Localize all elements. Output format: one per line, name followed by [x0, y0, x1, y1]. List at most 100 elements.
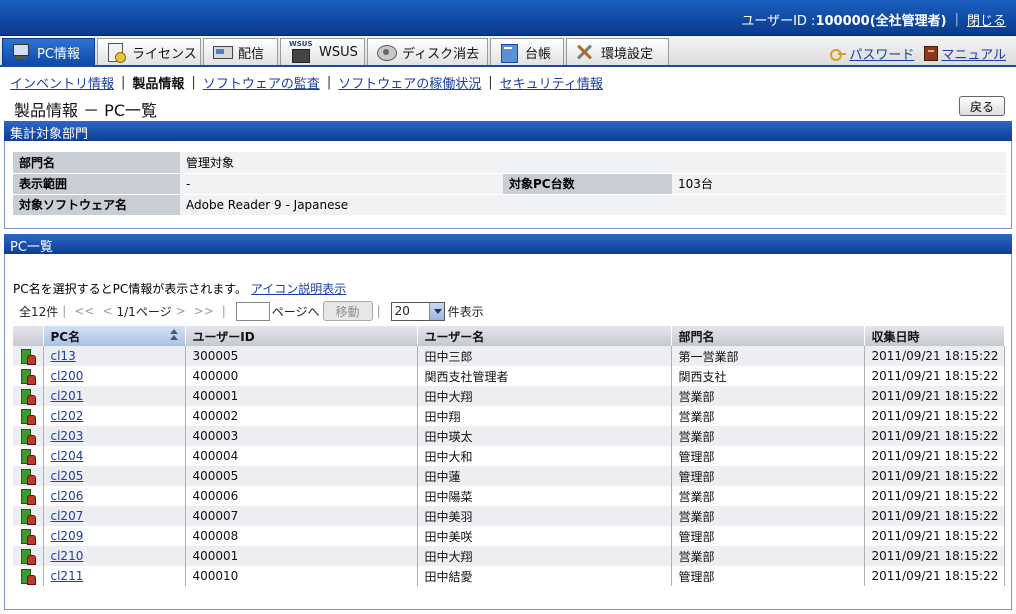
pager-separator: |	[62, 304, 67, 318]
summary-section-header: 集計対象部門	[4, 121, 1012, 142]
page-number-input[interactable]	[235, 301, 270, 321]
user-name-cell: 田中瑛太	[417, 426, 672, 446]
pc-list-section-header: PC一覧	[4, 234, 1012, 255]
per-page-select[interactable]: 20	[390, 301, 445, 321]
pc-name-link[interactable]: cl210	[51, 549, 84, 563]
range-label: 表示範囲	[13, 173, 180, 195]
pc-table-body: cl13 300005 田中三郎 第一営業部 2011/09/21 18:15:22 cl…	[13, 346, 1005, 586]
close-link[interactable]: 閉じる	[967, 10, 1006, 29]
pc-name-cell: cl202	[43, 406, 186, 426]
pager-separator: |	[221, 304, 226, 318]
table-row: cl204 400004 田中大和 管理部 2011/09/21 18:15:22	[13, 446, 1005, 466]
software-label: 対象ソフトウェア名	[13, 194, 180, 216]
table-row: cl202 400002 田中翔 営業部 2011/09/21 18:15:22	[13, 406, 1005, 426]
prev-page-button[interactable]: <	[102, 304, 112, 318]
user-id-cell: 400007	[185, 506, 418, 526]
pc-name-cell: cl200	[43, 366, 186, 386]
password-link[interactable]: パスワード	[849, 44, 914, 63]
user-name-cell: 田中美羽	[417, 506, 672, 526]
back-button[interactable]: 戻る	[959, 96, 1005, 116]
pc-status-cell	[13, 366, 44, 386]
manual-book-icon	[924, 46, 939, 61]
collected-at-cell: 2011/09/21 18:15:22	[864, 546, 1005, 566]
pc-name-link[interactable]: cl206	[51, 489, 84, 503]
move-button[interactable]: 移動	[322, 301, 373, 321]
pc-list-hint: PC名を選択するとPC情報が表示されます。 アイコン説明表示	[13, 280, 346, 297]
manual-link[interactable]: マニュアル	[941, 44, 1006, 63]
sort-icon[interactable]	[169, 329, 179, 342]
table-row: cl13 300005 田中三郎 第一営業部 2011/09/21 18:15:22	[13, 346, 1005, 366]
table-row: cl207 400007 田中美羽 営業部 2011/09/21 18:15:22	[13, 506, 1005, 526]
collected-at-cell: 2011/09/21 18:15:22	[864, 386, 1005, 406]
pc-name-link[interactable]: cl202	[51, 409, 84, 423]
pc-status-cell	[13, 466, 44, 486]
range-value: -	[180, 173, 503, 195]
tab-ledger[interactable]: 台帳	[490, 38, 564, 65]
tab-disk-erase[interactable]: ディスク消去	[367, 38, 488, 65]
pc-name-cell: cl206	[43, 486, 186, 506]
pc-table-header: PC名 ユーザーID ユーザー名 部門名 収集日時	[13, 326, 1005, 346]
icon-column-header	[13, 326, 44, 346]
department-cell: 営業部	[671, 546, 865, 566]
column-header-pc-name[interactable]: PC名	[43, 326, 186, 346]
user-id-cell: 400003	[185, 426, 418, 446]
pc-user-icon	[21, 509, 37, 526]
user-name-cell: 関西支社管理者	[417, 366, 672, 386]
pc-name-link[interactable]: cl211	[51, 569, 84, 583]
pc-count-label: 対象PC台数	[503, 173, 672, 195]
tab-label: 環境設定	[601, 46, 654, 62]
collected-at-cell: 2011/09/21 18:15:22	[864, 406, 1005, 426]
pc-name-link[interactable]: cl204	[51, 449, 84, 463]
pc-name-link[interactable]: cl203	[51, 429, 84, 443]
pc-user-icon	[21, 429, 37, 446]
column-header-collected-at[interactable]: 収集日時	[864, 326, 1005, 346]
column-header-department[interactable]: 部門名	[671, 326, 865, 346]
subnav-separator: |	[326, 75, 332, 90]
column-header-user-id[interactable]: ユーザーID	[185, 326, 418, 346]
column-label: PC名	[50, 329, 81, 344]
table-row: cl210 400001 田中大翔 営業部 2011/09/21 18:15:22	[13, 546, 1005, 566]
department-cell: 管理部	[671, 566, 865, 586]
tab-label: PC情報	[37, 46, 80, 62]
summary-section: 部門名 管理対象 表示範囲 - 対象PC台数 103台 対象ソフトウェア名 Ad…	[4, 141, 1012, 229]
next-page-button[interactable]: >	[176, 304, 186, 318]
pc-name-link[interactable]: cl201	[51, 389, 84, 403]
user-name-cell: 田中三郎	[417, 346, 672, 366]
page-title: 製品情報 － PC一覧	[14, 101, 157, 120]
pc-name-link[interactable]: cl209	[51, 529, 84, 543]
pc-name-link[interactable]: cl200	[51, 369, 84, 383]
subnav-security-info[interactable]: セキュリティ情報	[500, 73, 603, 92]
pc-user-icon	[21, 529, 37, 546]
user-id-cell: 400001	[185, 386, 418, 406]
pc-name-cell: cl211	[43, 566, 186, 586]
last-page-button[interactable]: >>	[194, 304, 214, 318]
pc-name-link[interactable]: cl13	[51, 349, 76, 363]
tab-settings[interactable]: 環境設定	[566, 38, 669, 65]
pc-name-cell: cl203	[43, 426, 186, 446]
pagination-bar: 全12件 | << < 1/1ページ > >> | ページへ 移動 | 20 件…	[19, 300, 484, 322]
pc-name-link[interactable]: cl207	[51, 509, 84, 523]
header-separator: |	[954, 12, 959, 27]
summary-table: 部門名 管理対象 表示範囲 - 対象PC台数 103台 対象ソフトウェア名 Ad…	[13, 152, 1006, 216]
total-count: 全12件	[19, 304, 59, 319]
tab-license[interactable]: ライセンス	[97, 38, 201, 65]
pc-name-cell: cl209	[43, 526, 186, 546]
per-page-suffix: 件表示	[447, 304, 484, 319]
column-header-user-name[interactable]: ユーザー名	[417, 326, 672, 346]
icon-legend-link[interactable]: アイコン説明表示	[251, 282, 346, 296]
tab-wsus[interactable]: WSUS	[280, 38, 365, 65]
first-page-button[interactable]: <<	[74, 304, 94, 318]
tab-distribution[interactable]: 配信	[203, 38, 278, 65]
key-icon	[830, 48, 847, 61]
tab-pc-info[interactable]: PC情報	[2, 38, 95, 65]
subnav-inventory[interactable]: インベントリ情報	[10, 73, 114, 92]
subnav-software-usage[interactable]: ソフトウェアの稼働状況	[338, 73, 481, 92]
subnav-software-audit[interactable]: ソフトウェアの監査	[203, 73, 320, 92]
pc-status-cell	[13, 526, 44, 546]
license-icon	[106, 43, 126, 63]
pc-user-icon	[21, 549, 37, 566]
pc-status-cell	[13, 506, 44, 526]
pc-name-cell: cl204	[43, 446, 186, 466]
pc-user-icon	[21, 369, 37, 386]
pc-name-link[interactable]: cl205	[51, 469, 84, 483]
